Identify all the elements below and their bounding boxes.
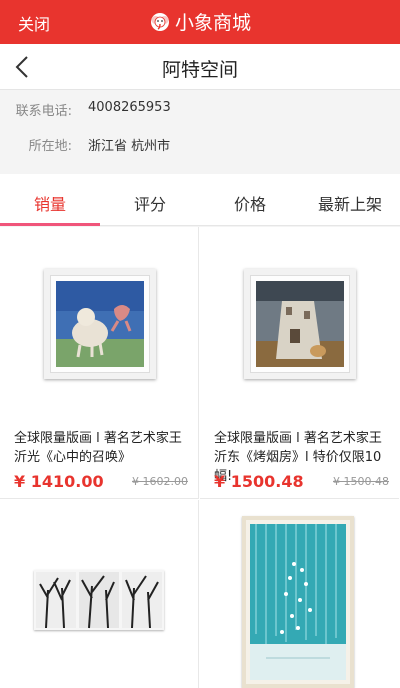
elephant-logo-icon xyxy=(149,11,171,33)
nav-header: 阿特空间 xyxy=(0,44,400,90)
tab-rating[interactable]: 评分 xyxy=(100,174,200,225)
product-price: ¥ 1500.48 xyxy=(214,472,304,491)
phone-label: 联系电话: xyxy=(15,104,72,119)
top-app-bar: 关闭 小象商城 xyxy=(0,0,400,44)
tab-price[interactable]: 价格 xyxy=(200,174,300,225)
product-image[interactable] xyxy=(34,570,164,630)
product-card[interactable] xyxy=(200,500,399,688)
product-original-price: ¥ 1500.48 xyxy=(333,475,389,488)
sort-tabs: 销量 评分 价格 最新上架 xyxy=(0,174,400,226)
location-label: 所在地: xyxy=(28,139,72,154)
brand-title: 小象商城 xyxy=(174,12,252,34)
tab-sales[interactable]: 销量 xyxy=(0,174,100,226)
product-card[interactable]: 全球限量版画 l 著名艺术家王沂光《心中的召唤》 ¥ 1410.00 ¥ 160… xyxy=(0,227,199,499)
product-grid: 全球限量版画 l 著名艺术家王沂光《心中的召唤》 ¥ 1410.00 ¥ 160… xyxy=(0,227,400,688)
product-image[interactable] xyxy=(44,269,156,379)
store-info: 联系电话: 4008265953 所在地: 浙江省 杭州市 xyxy=(0,91,400,161)
product-name[interactable]: 全球限量版画 l 著名艺术家王沂光《心中的召唤》 xyxy=(14,429,190,467)
product-card[interactable] xyxy=(0,500,199,688)
phone-row: 联系电话: 4008265953 xyxy=(0,91,400,126)
tab-newest[interactable]: 最新上架 xyxy=(300,174,400,225)
page-title: 阿特空间 xyxy=(161,59,238,81)
product-original-price: ¥ 1602.00 xyxy=(132,475,188,488)
product-image[interactable] xyxy=(244,269,356,379)
product-price: ¥ 1410.00 xyxy=(14,472,104,491)
close-button[interactable]: 关闭 xyxy=(18,11,50,35)
product-image[interactable] xyxy=(242,516,354,688)
product-card[interactable]: 全球限量版画 l 著名艺术家王沂东《烤烟房》l 特价仅限10幅! ¥ 1500.… xyxy=(200,227,399,499)
location-row: 所在地: 浙江省 杭州市 xyxy=(0,126,400,161)
location-value: 浙江省 杭州市 xyxy=(88,139,171,154)
phone-value[interactable]: 4008265953 xyxy=(88,100,171,115)
brand: 小象商城 xyxy=(149,8,251,35)
